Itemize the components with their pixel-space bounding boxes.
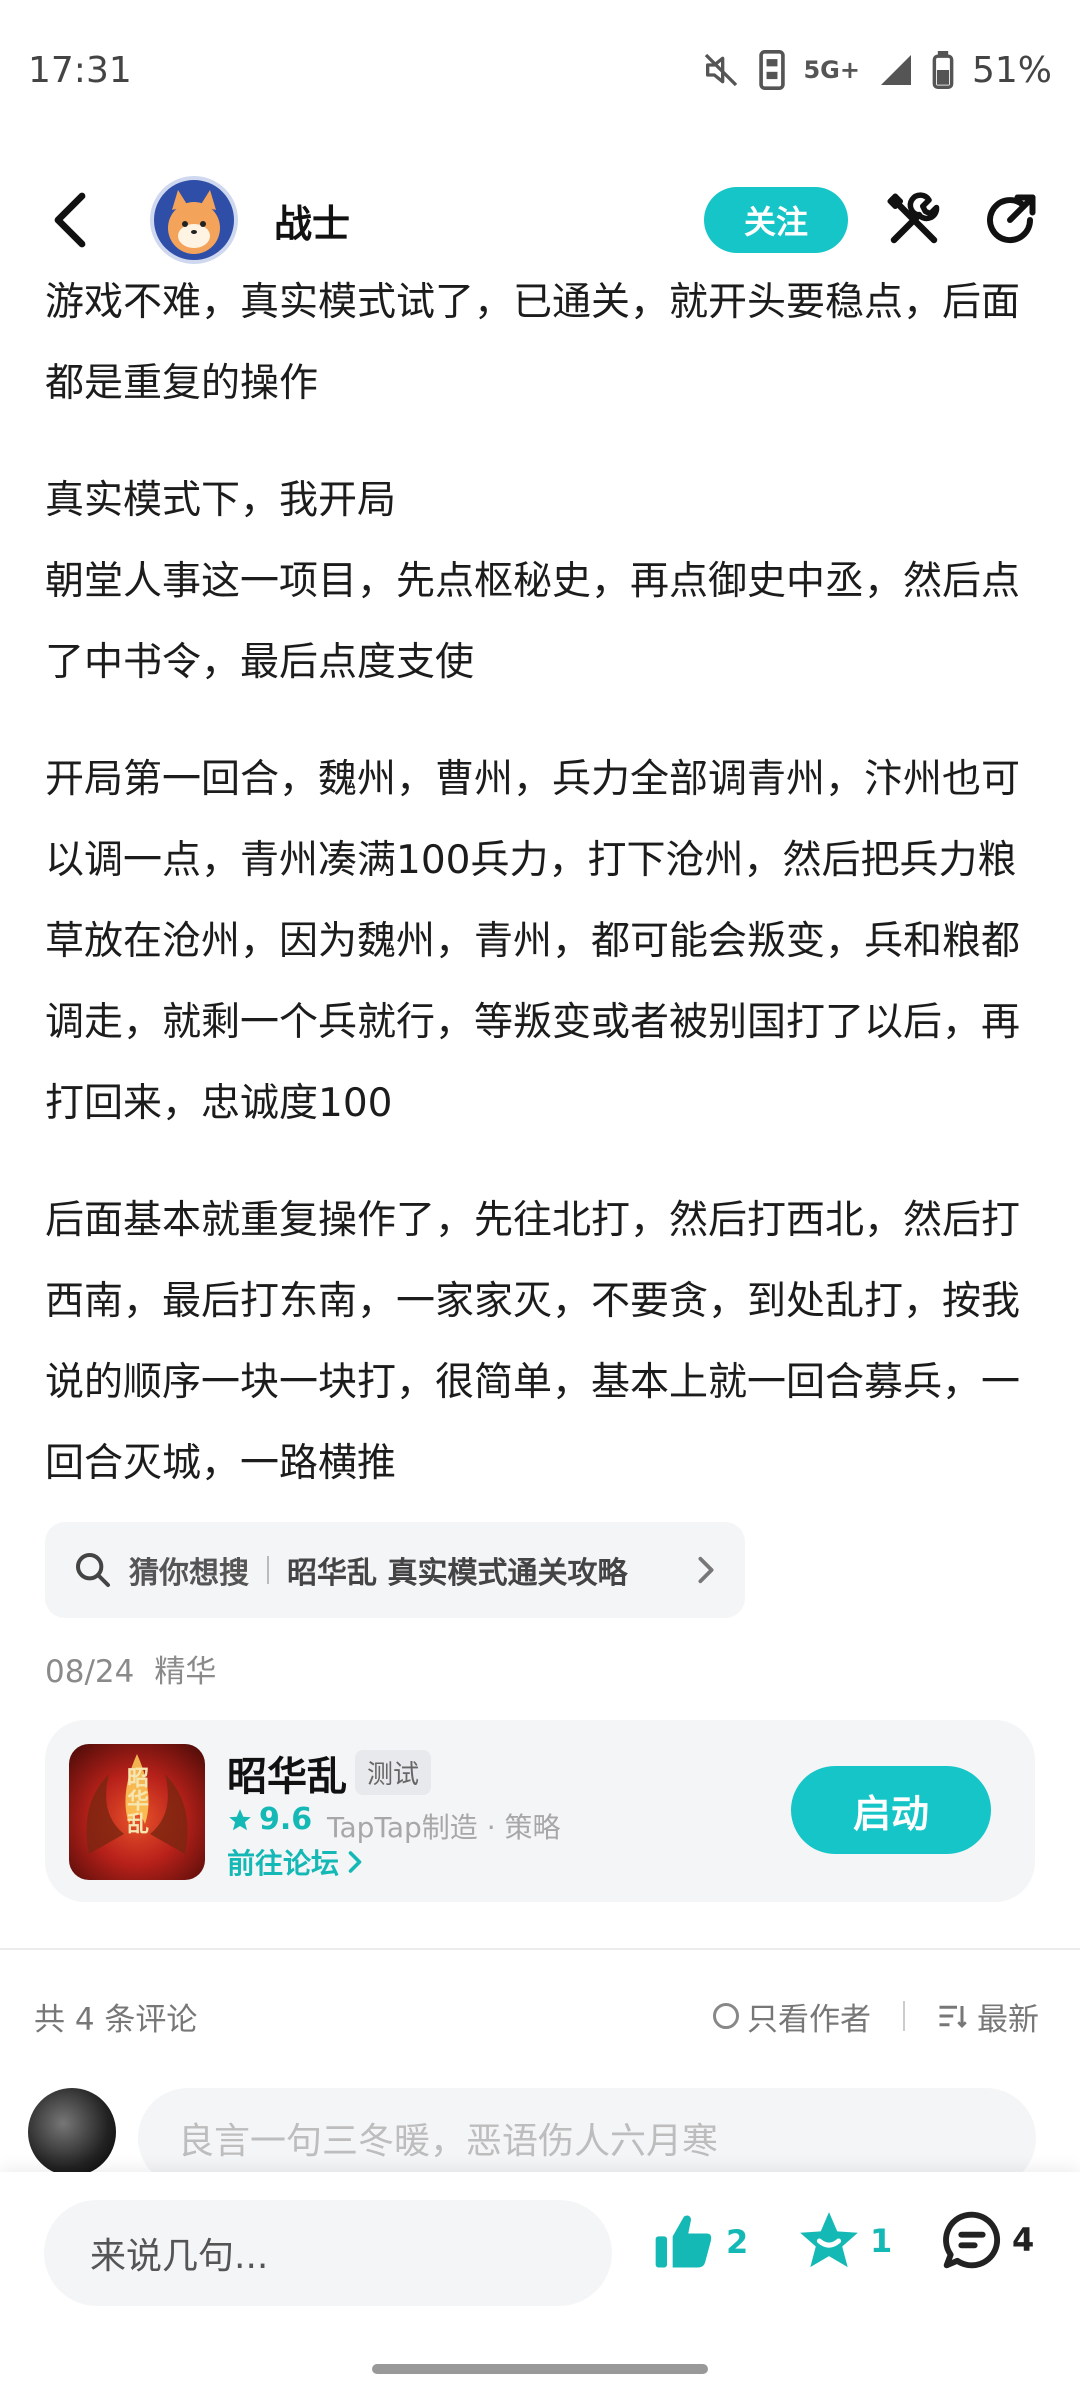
only-author-toggle[interactable]: 只看作者 <box>713 1994 871 2039</box>
game-maker: TapTap制造 · 策略 <box>327 1811 561 1844</box>
favorite-button[interactable]: 1 <box>796 2208 892 2274</box>
only-author-label: 只看作者 <box>747 2001 871 2038</box>
paragraph: 后面基本就重复操作了，先往北打，然后打西北，然后打西南，最后打东南，一家家灭，不… <box>45 1198 1021 1486</box>
game-tag: 测试 <box>355 1750 432 1795</box>
chevron-right-icon <box>348 1851 362 1873</box>
follow-button[interactable]: 关注 <box>704 187 848 253</box>
like-button[interactable]: 2 <box>650 2208 748 2276</box>
sort-icon <box>939 2005 967 2028</box>
status-icons: 5G+ 51% <box>701 50 1052 91</box>
post-content: 游戏不难，真实模式试了，已通关，就开头要稳点，后面都是重复的操作 真实模式下，我… <box>45 262 1040 1540</box>
post-meta: 08/24 精华 <box>45 1646 216 1691</box>
star-badge-icon <box>800 2212 858 2268</box>
comments-header: 共 4 条评论 只看作者 最新 <box>34 1986 1039 2046</box>
sim-icon <box>759 50 786 90</box>
game-logo[interactable]: 昭华乱 <box>69 1744 205 1880</box>
author-avatar[interactable] <box>150 176 238 264</box>
post-date: 08/24 <box>45 1654 135 1690</box>
paragraph: 游戏不难，真实模式试了，已通关，就开头要稳点，后面都是重复的操作 <box>45 280 1021 406</box>
launch-button[interactable]: 启动 <box>791 1766 991 1854</box>
section-divider <box>0 1948 1080 1950</box>
game-rating: 9.6 <box>227 1802 312 1837</box>
divider <box>903 2001 905 2031</box>
favorite-count: 1 <box>870 2222 893 2260</box>
forum-link-label: 前往论坛 <box>227 1847 340 1880</box>
comment-count: 共 4 条评论 <box>34 2001 198 2038</box>
search-icon <box>76 1553 110 1587</box>
back-icon[interactable] <box>40 190 100 250</box>
forum-link[interactable]: 前往论坛 <box>227 1842 363 1882</box>
comments-button[interactable]: 4 <box>940 2208 1034 2272</box>
share-icon[interactable] <box>980 190 1040 250</box>
search-suggestion-label: 猜你想搜 <box>129 1556 249 1591</box>
game-rating-value: 9.6 <box>259 1802 313 1837</box>
paragraph: 真实模式下，我开局 朝堂人事这一项目，先点枢秘史，再点御史中丞，然后点了中书令，… <box>45 478 1021 685</box>
chevron-right-icon <box>698 1556 714 1584</box>
post-tag: 精华 <box>154 1654 217 1690</box>
battery-icon <box>932 51 954 89</box>
thumbs-up-icon <box>655 2215 712 2268</box>
user-avatar[interactable] <box>28 2088 116 2176</box>
game-title[interactable]: 昭华乱 <box>227 1744 347 1802</box>
status-bar: 17:31 5G+ 51% <box>0 0 1080 140</box>
mute-icon <box>705 53 738 87</box>
divider <box>267 1556 269 1584</box>
author-name[interactable]: 战士 <box>274 193 350 248</box>
star-icon <box>229 1808 251 1830</box>
game-logo-text: 昭华乱 <box>123 1766 148 1835</box>
network-type: 5G+ <box>803 56 860 84</box>
reply-input[interactable]: 来说几句... <box>44 2200 612 2306</box>
sort-label: 最新 <box>977 2001 1039 2038</box>
comment-bubble-icon <box>943 2211 1001 2269</box>
tools-icon[interactable] <box>884 190 944 250</box>
radio-icon <box>713 2003 739 2029</box>
status-time: 17:31 <box>28 49 132 91</box>
paragraph: 开局第一回合，魏州，曹州，兵力全部调青州，汴州也可以调一点，青州凑满100兵力，… <box>45 757 1021 1126</box>
search-suggestion-query: 昭华乱 真实模式通关攻略 <box>287 1556 628 1591</box>
battery-level: 51% <box>971 49 1052 91</box>
search-suggestion[interactable]: 猜你想搜 昭华乱 真实模式通关攻略 <box>45 1522 745 1618</box>
like-count: 2 <box>726 2223 749 2261</box>
signal-icon <box>880 55 911 85</box>
sort-toggle[interactable]: 最新 <box>937 1994 1039 2039</box>
game-card[interactable]: 昭华乱 昭华乱 测试 9.6 TapTap制造 · 策略 前往论坛 启动 <box>45 1720 1035 1902</box>
home-indicator[interactable] <box>372 2364 708 2374</box>
comment-total: 4 <box>1012 2221 1035 2259</box>
